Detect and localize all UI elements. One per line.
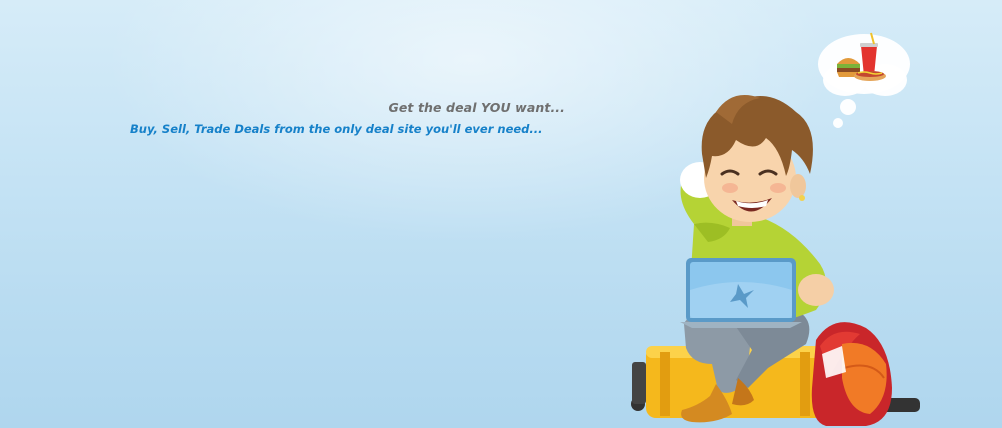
hero-tagline: Get the deal YOU want... <box>388 100 565 115</box>
backpack-icon <box>811 322 920 426</box>
hero-subtagline: Buy, Sell, Trade Deals from the only dea… <box>130 122 543 136</box>
laptop-icon <box>680 258 802 328</box>
boy-with-laptop-illustration <box>620 28 920 428</box>
burger-soda-thought-bubble-icon <box>818 32 910 128</box>
hero-banner: Get the deal YOU want... Buy, Sell, Trad… <box>0 0 1002 428</box>
